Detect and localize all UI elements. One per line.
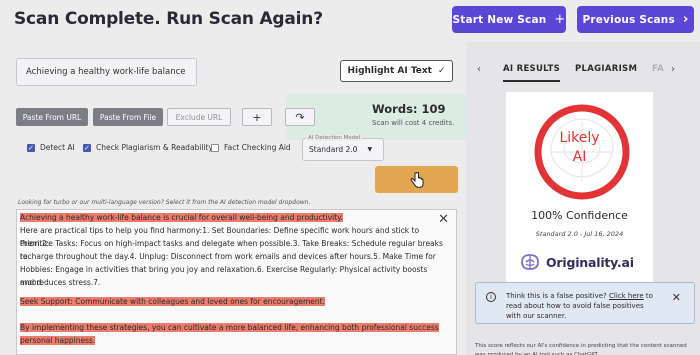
chevron-right-icon: › — [682, 12, 689, 27]
text-editor[interactable]: Achieving a healthy work-life balance is… — [16, 209, 457, 355]
model-date: Standard 2.0 - Jul 16, 2024 — [535, 230, 624, 238]
start-new-scan-label: Start New Scan — [452, 13, 547, 26]
score-footnote: This score reflects our AI's confidence … — [475, 343, 687, 355]
results-panel: ‹ › AI RESULTS PLAGIARISM FA Likely AI 1… — [466, 42, 700, 355]
model-note: Looking for turbo or our multi-language … — [18, 199, 311, 206]
results-tabs: AI RESULTS PLAGIARISM FA — [466, 64, 700, 82]
add-url-button[interactable]: + — [242, 108, 272, 126]
start-new-scan-button[interactable]: Start New Scan + — [452, 6, 566, 33]
share-icon: ↷ — [295, 110, 305, 124]
alert-text-start: Think this is a false positive? — [506, 292, 609, 300]
plagiarism-checkbox[interactable]: ✓ Check Plagiarism & Readability — [83, 143, 213, 152]
editor-line: and reduces stress.7. — [20, 278, 101, 287]
checkbox-empty-icon — [211, 143, 219, 152]
brand-name: Originality.ai — [546, 254, 634, 270]
model-label: AI Detection Model — [306, 135, 363, 141]
close-icon[interactable]: ✕ — [438, 213, 449, 227]
plagiarism-label: Check Plagiarism & Readability — [96, 143, 213, 152]
ai-score-card: Likely AI 100% Confidence Standard 2.0 -… — [506, 92, 653, 287]
detect-ai-label: Detect AI — [40, 143, 75, 152]
brain-icon — [521, 254, 539, 270]
share-button[interactable]: ↷ — [285, 108, 315, 126]
scan-form-panel: Achieving a healthy work-life balance Hi… — [0, 42, 466, 355]
ai-model-select[interactable]: Standard 2.0 ▼ — [302, 138, 384, 161]
scan-title-input[interactable]: Achieving a healthy work-life balance — [16, 58, 197, 86]
editor-line: recharge throughout the day.4. Unplug: D… — [20, 252, 436, 261]
checkbox-checked-icon: ✓ — [83, 143, 91, 152]
highlighted-sentence: personal happiness. — [20, 336, 96, 345]
info-icon: i — [486, 292, 496, 302]
verdict-line-1: Likely — [559, 130, 600, 146]
alert-text: Think this is a false positive? Click he… — [506, 291, 656, 321]
checkbox-checked-icon: ✓ — [27, 143, 35, 152]
fact-checking-checkbox[interactable]: Fact Checking Aid — [211, 143, 291, 152]
click-here-link[interactable]: Click here — [609, 292, 644, 300]
check-icon: ✓ — [437, 66, 446, 76]
fact-checking-label: Fact Checking Aid — [224, 143, 291, 152]
credit-cost: Scan will cost 4 credits. — [372, 119, 455, 127]
confidence-text: 100% Confidence — [531, 209, 628, 222]
exclude-url-input[interactable]: Exclude URL — [167, 108, 231, 126]
highlight-ai-text-button[interactable]: Highlight AI Text ✓ — [340, 60, 453, 82]
word-count: Words: 109 — [372, 102, 446, 116]
close-icon[interactable]: ✕ — [672, 291, 681, 304]
paste-from-file-button[interactable]: Paste From File — [93, 108, 163, 126]
hand-cursor-icon — [410, 171, 423, 188]
highlighted-sentence: Achieving a healthy work-life balance is… — [20, 213, 343, 222]
previous-scans-label: Previous Scans — [582, 13, 675, 26]
tab-ai-results[interactable]: AI RESULTS — [503, 64, 561, 82]
page-title: Scan Complete. Run Scan Again? — [14, 9, 323, 29]
false-positive-alert: i Think this is a false positive? Click … — [475, 282, 695, 324]
model-value: Standard 2.0 — [309, 145, 358, 154]
verdict-line-2: AI — [572, 149, 587, 165]
caret-down-icon: ▼ — [367, 146, 373, 153]
tab-plagiarism[interactable]: PLAGIARISM — [575, 64, 637, 74]
scan-button[interactable] — [375, 166, 458, 193]
detect-ai-checkbox[interactable]: ✓ Detect AI — [27, 143, 75, 152]
top-bar: Scan Complete. Run Scan Again? Start New… — [0, 0, 700, 42]
highlighted-sentence: Seek Support: Communicate with colleague… — [20, 297, 325, 306]
plus-icon: + — [554, 12, 566, 27]
plus-icon: + — [252, 110, 262, 124]
paste-from-url-button[interactable]: Paste From URL — [16, 108, 88, 126]
previous-scans-button[interactable]: Previous Scans › — [577, 6, 694, 33]
brand-logo: Originality.ai — [519, 250, 643, 274]
highlight-ai-text-label: Highlight AI Text — [347, 66, 432, 76]
tab-fact-check[interactable]: FA — [652, 64, 664, 74]
